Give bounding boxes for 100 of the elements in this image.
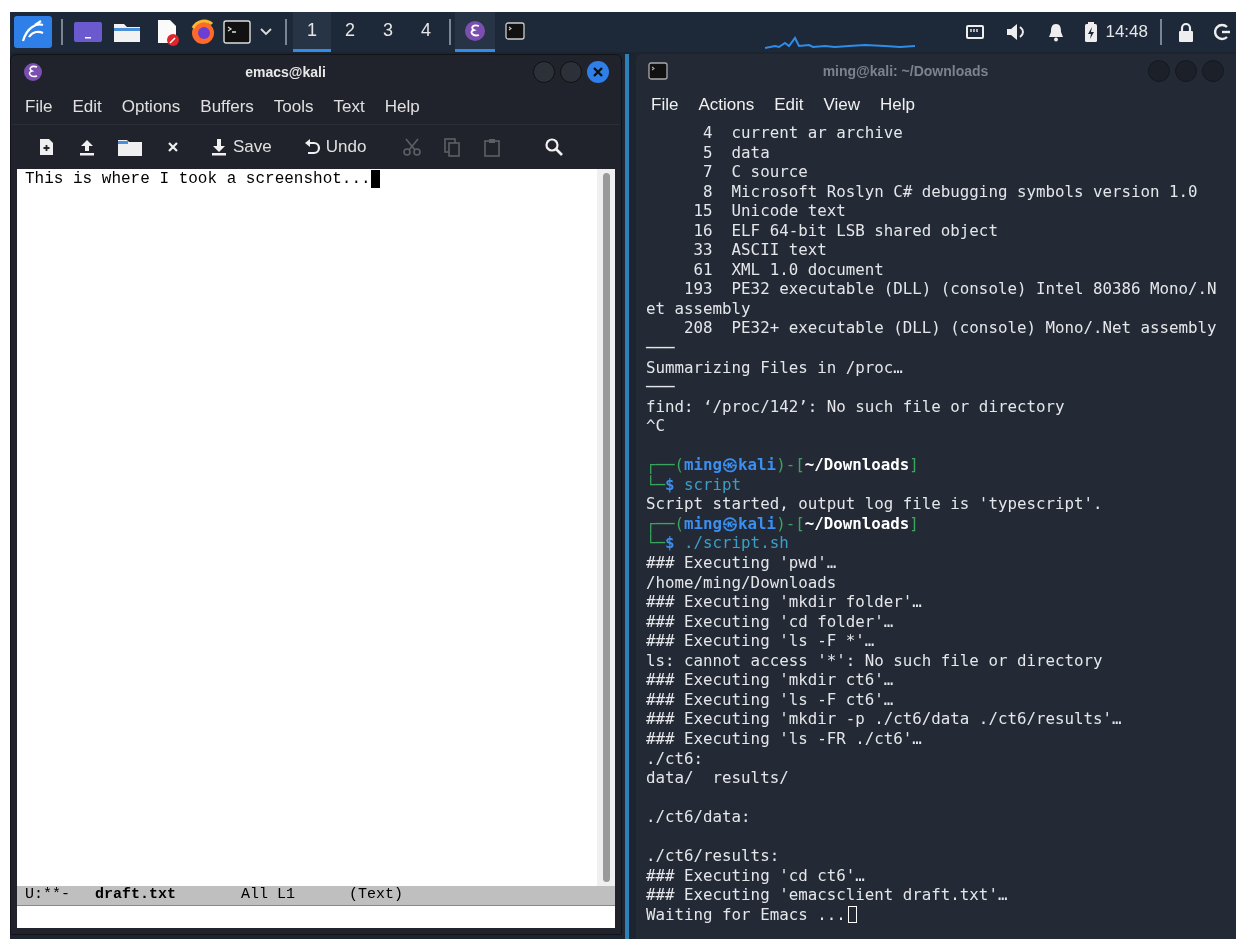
terminal-output-line: ### Executing 'pwd'… bbox=[646, 553, 838, 573]
prompt-corner: ┌──( bbox=[646, 513, 685, 534]
terminal-output-line: ### Executing 'mkdir -p ./ct6/data ./ct6/results'… bbox=[646, 709, 1123, 729]
terminal-output-line: ### Executing 'cd ct6'… bbox=[646, 865, 866, 886]
prompt-sign: $ bbox=[665, 533, 675, 554]
terminal-output-line: Waiting for Emacs ... bbox=[646, 904, 846, 925]
buffer-text: This is where I took a screenshot... bbox=[25, 170, 371, 188]
emacs-icon bbox=[464, 19, 486, 42]
terminal-output-line: ^C bbox=[646, 416, 667, 436]
terminal-output-line: ### Executing 'ls -FR ./ct6'… bbox=[646, 728, 923, 749]
terminal-output-line: ### Executing 'mkdir folder'… bbox=[646, 592, 923, 612]
emacs-window-button[interactable] bbox=[455, 12, 495, 52]
terminal-output-line: 15 Unicode text bbox=[692, 201, 847, 221]
prompt-corner: └─ bbox=[646, 533, 666, 554]
terminal-output-line: find: ‘/proc/142’: No such file or directory bbox=[646, 396, 1066, 417]
terminal-output-line: ls: cannot access '*': No such file or directory bbox=[646, 650, 1104, 671]
folder-icon bbox=[117, 137, 143, 157]
workspace-button[interactable]: 3 bbox=[369, 12, 407, 52]
prompt-corner: ┌──( bbox=[646, 455, 685, 475]
prompt-user-host: ming㉿kali bbox=[684, 513, 777, 533]
terminal-icon bbox=[648, 62, 668, 80]
menu-item[interactable]: File bbox=[641, 92, 689, 118]
scissors-icon bbox=[402, 137, 423, 157]
terminal-output-line: ### Executing 'mkdir ct6'… bbox=[646, 670, 895, 690]
terminal-output-line: et assembly bbox=[646, 298, 752, 319]
menu-item[interactable]: Edit bbox=[764, 92, 814, 118]
terminal-output-line: /home/ming/Downloads bbox=[646, 572, 838, 593]
search-icon bbox=[544, 137, 565, 157]
buffer-state: U:**- bbox=[25, 885, 71, 906]
terminal-output-line: 8 Microsoft Roslyn C# debugging symbols version 1.0 bbox=[702, 181, 1199, 202]
prompt-separator: )-[ bbox=[776, 455, 805, 475]
dragon-logo-icon[interactable] bbox=[13, 15, 53, 49]
prompt-sign: $ bbox=[665, 474, 675, 495]
terminal-output-line: 4 current ar archive bbox=[702, 123, 904, 143]
buffer-name: draft.txt bbox=[95, 885, 177, 906]
network-icon[interactable] bbox=[965, 23, 986, 41]
upload-arrow-icon bbox=[77, 137, 97, 157]
workspace-button[interactable]: 4 bbox=[407, 12, 445, 52]
bell-icon[interactable] bbox=[1047, 22, 1066, 42]
save-button[interactable]: Save bbox=[201, 131, 280, 163]
terminal-output-line: 5 data bbox=[702, 142, 771, 163]
terminal-icon[interactable] bbox=[223, 19, 251, 45]
terminal-output-line: Script started, output log file is 'typescript'. bbox=[646, 494, 1104, 514]
terminal-output-line: ### Executing 'emacsclient draft.txt'… bbox=[646, 885, 1009, 905]
window-title: emacs@kali bbox=[244, 62, 327, 82]
prompt-directory: ~/Downloads bbox=[804, 455, 910, 475]
close-icon bbox=[593, 67, 603, 77]
workspace-button[interactable]: 2 bbox=[331, 12, 369, 52]
workspace-button[interactable]: 1 bbox=[293, 12, 331, 52]
menu-item[interactable]: Options bbox=[111, 93, 191, 120]
text-cursor bbox=[370, 169, 380, 188]
major-mode: (Text) bbox=[349, 885, 403, 906]
clipboard-icon bbox=[482, 137, 503, 157]
menu-item[interactable]: Buffers bbox=[190, 93, 264, 120]
chevron-down-icon[interactable] bbox=[259, 27, 273, 37]
command-text: script bbox=[684, 474, 742, 495]
prompt-bracket: ] bbox=[909, 513, 919, 534]
lock-icon[interactable] bbox=[1178, 22, 1194, 42]
terminal-icon bbox=[505, 21, 525, 40]
clock: 14:48 bbox=[1105, 21, 1148, 44]
terminal-output-line: ─── bbox=[646, 377, 676, 397]
menu-item[interactable]: Tools bbox=[263, 93, 324, 120]
prompt-bracket: ] bbox=[909, 455, 919, 475]
terminal-output-line: ./ct6/data: bbox=[646, 807, 752, 827]
terminal-output-line: ─── bbox=[646, 338, 676, 358]
command-text: ./script.sh bbox=[684, 533, 789, 554]
undo-button[interactable]: Undo bbox=[293, 131, 375, 163]
scrollbar-thumb[interactable] bbox=[602, 173, 610, 882]
terminal-cursor bbox=[847, 906, 857, 924]
terminal-output-line: ./ct6/results: bbox=[646, 846, 781, 866]
menu-item[interactable]: Text bbox=[323, 93, 375, 120]
prompt-corner: └─ bbox=[646, 474, 666, 495]
terminal-output-line: 61 XML 1.0 document bbox=[692, 259, 885, 280]
menu-item[interactable]: Help bbox=[374, 93, 430, 120]
menu-item[interactable]: Actions bbox=[688, 92, 765, 118]
prompt-directory: ~/Downloads bbox=[804, 513, 910, 534]
copy-icon bbox=[442, 137, 463, 157]
buffer-position: All L1 bbox=[241, 885, 296, 906]
window-title: ming@kali: ~/Downloads bbox=[821, 61, 990, 81]
terminal-output-line: 193 PE32 executable (DLL) (console) Intel 80386 Mono/.N bbox=[683, 279, 1218, 299]
terminal-output-line: ### Executing 'ls -F ct6'… bbox=[646, 689, 895, 710]
terminal-output-line: 33 ASCII text bbox=[692, 240, 828, 260]
desktop-icon[interactable] bbox=[73, 19, 103, 45]
terminal-output-line: 16 ELF 64-bit LSB shared object bbox=[692, 220, 999, 241]
prompt-separator: )-[ bbox=[776, 513, 805, 534]
terminal-output-line: ./ct6: bbox=[646, 748, 705, 769]
prompt-user-host: ming㉿kali bbox=[684, 455, 777, 475]
logout-icon[interactable] bbox=[1214, 22, 1230, 42]
menu-item[interactable]: File bbox=[15, 93, 63, 120]
menu-item[interactable]: Edit bbox=[62, 93, 112, 120]
close-button[interactable] bbox=[587, 61, 609, 83]
terminal-output-line: ### Executing 'ls -F *'… bbox=[646, 631, 876, 651]
menu-item[interactable]: View bbox=[813, 92, 870, 118]
terminal-output-line: ### Executing 'cd folder'… bbox=[646, 611, 895, 632]
terminal-output-line: Summarizing Files in /proc… bbox=[646, 357, 904, 378]
emacs-icon bbox=[23, 62, 43, 82]
browser-icon[interactable] bbox=[189, 18, 217, 46]
menu-item[interactable]: Help bbox=[870, 92, 925, 118]
download-arrow-icon bbox=[209, 137, 229, 157]
battery-charging-icon[interactable] bbox=[1085, 22, 1098, 42]
